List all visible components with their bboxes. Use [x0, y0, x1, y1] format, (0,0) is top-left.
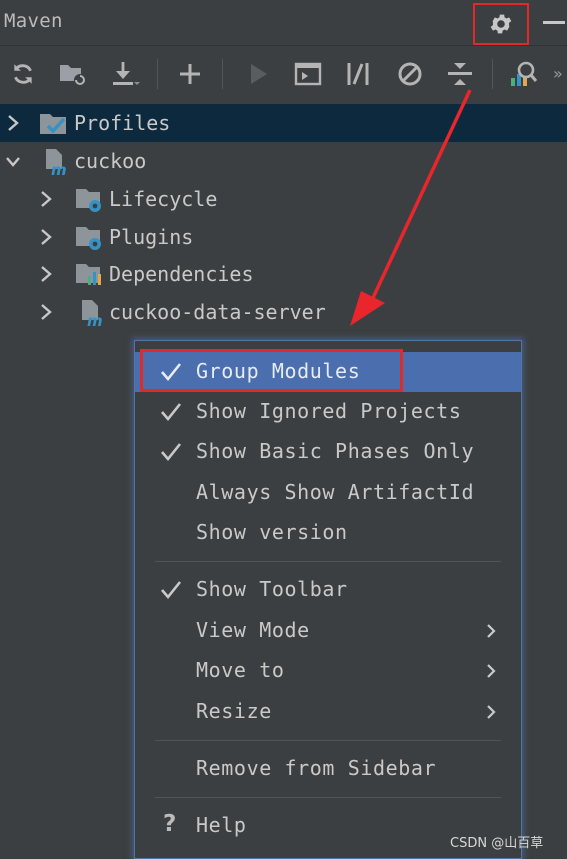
minimize-button[interactable] [543, 21, 565, 24]
skip-tests-icon[interactable] [395, 59, 425, 89]
folder-dependencies-icon [76, 264, 101, 285]
submenu-arrow-icon [487, 705, 496, 719]
tool-window-title: Maven [4, 10, 63, 32]
tree-item-label: cuckoo [74, 149, 147, 173]
menu-item-show-toolbar[interactable]: Show Toolbar [135, 570, 521, 610]
tree-item-label: Profiles [74, 111, 171, 135]
chevron-right-icon[interactable] [38, 189, 54, 209]
help-icon: ? [163, 811, 177, 837]
menu-item-label: Help [196, 813, 247, 837]
folder-gear-icon [76, 227, 101, 250]
tree-item-lifecycle[interactable]: Lifecycle [0, 180, 567, 218]
submenu-arrow-icon [487, 664, 496, 678]
analyze-dependencies-icon[interactable] [508, 59, 538, 89]
checkmark-icon [161, 581, 182, 600]
maven-toolbar: » [0, 47, 567, 103]
menu-item-label: Show Basic Phases Only [196, 439, 475, 463]
menu-item-always-show-artifactid[interactable]: Always Show ArtifactId [135, 473, 521, 513]
checkmark-icon [161, 403, 182, 422]
svg-text:m: m [51, 161, 67, 176]
menu-item-label: Show version [196, 520, 348, 544]
menu-separator [155, 561, 501, 562]
tree-item-label: Plugins [109, 225, 194, 249]
reload-icon[interactable] [8, 59, 38, 89]
settings-button-highlight[interactable] [473, 3, 529, 45]
folder-gear-icon [76, 189, 101, 212]
tree-item-label: cuckoo-data-server [109, 300, 326, 324]
run-icon[interactable] [243, 59, 273, 89]
submenu-arrow-icon [487, 624, 496, 638]
chevron-right-icon[interactable] [5, 113, 21, 133]
tree-item-plugins[interactable]: Plugins [0, 218, 567, 256]
execute-maven-goal-icon[interactable] [293, 59, 323, 89]
menu-item-label: Resize [196, 699, 272, 723]
add-icon[interactable] [175, 59, 205, 89]
download-sources-icon[interactable] [110, 59, 140, 89]
menu-separator [155, 740, 501, 741]
watermark-text: CSDN @山百草 [450, 836, 544, 851]
svg-text:m: m [87, 312, 103, 327]
chevron-right-icon[interactable] [38, 264, 54, 284]
tree-item-label: Lifecycle [109, 187, 218, 211]
menu-item-label: Show Toolbar [196, 577, 348, 601]
maven-tool-window-header: Maven [0, 0, 567, 46]
maven-module-icon: m [46, 149, 67, 176]
tree-item-profiles[interactable]: Profiles [0, 104, 567, 142]
gear-icon[interactable] [488, 11, 514, 37]
menu-item-move-to[interactable]: Move to [135, 651, 521, 691]
chevron-down-icon[interactable] [5, 151, 21, 171]
tree-item-dependencies[interactable]: Dependencies [0, 255, 567, 293]
add-maven-project-icon[interactable] [58, 59, 88, 89]
tree-item-label: Dependencies [109, 262, 254, 286]
collapse-all-icon[interactable] [445, 59, 475, 89]
settings-popup-menu: Group Modules Show Ignored Projects Show… [134, 340, 522, 859]
menu-item-label: Show Ignored Projects [196, 399, 462, 423]
chevron-right-icon[interactable] [38, 227, 54, 247]
menu-item-label: Move to [196, 658, 285, 682]
checkmark-icon [161, 443, 182, 462]
profiles-icon [40, 114, 66, 134]
menu-item-show-basic-phases-only[interactable]: Show Basic Phases Only [135, 432, 521, 472]
tree-item-cuckoo-data-server[interactable]: m cuckoo-data-server [0, 293, 567, 331]
menu-item-show-ignored-projects[interactable]: Show Ignored Projects [135, 392, 521, 432]
more-actions-icon[interactable]: » [553, 64, 563, 83]
menu-item-label: Remove from Sidebar [196, 756, 437, 780]
menu-item-resize[interactable]: Resize [135, 692, 521, 732]
menu-separator [155, 797, 501, 798]
maven-module-icon: m [82, 300, 103, 327]
menu-item-show-version[interactable]: Show version [135, 513, 521, 553]
menu-item-label: View Mode [196, 618, 310, 642]
toggle-offline-mode-icon[interactable] [343, 59, 373, 89]
menu-item-remove-from-sidebar[interactable]: Remove from Sidebar [135, 749, 521, 789]
chevron-right-icon[interactable] [38, 302, 54, 322]
tree-item-cuckoo[interactable]: m cuckoo [0, 142, 567, 180]
annotation-highlight-box [140, 349, 403, 392]
menu-item-label: Always Show ArtifactId [196, 480, 475, 504]
menu-item-view-mode[interactable]: View Mode [135, 611, 521, 651]
